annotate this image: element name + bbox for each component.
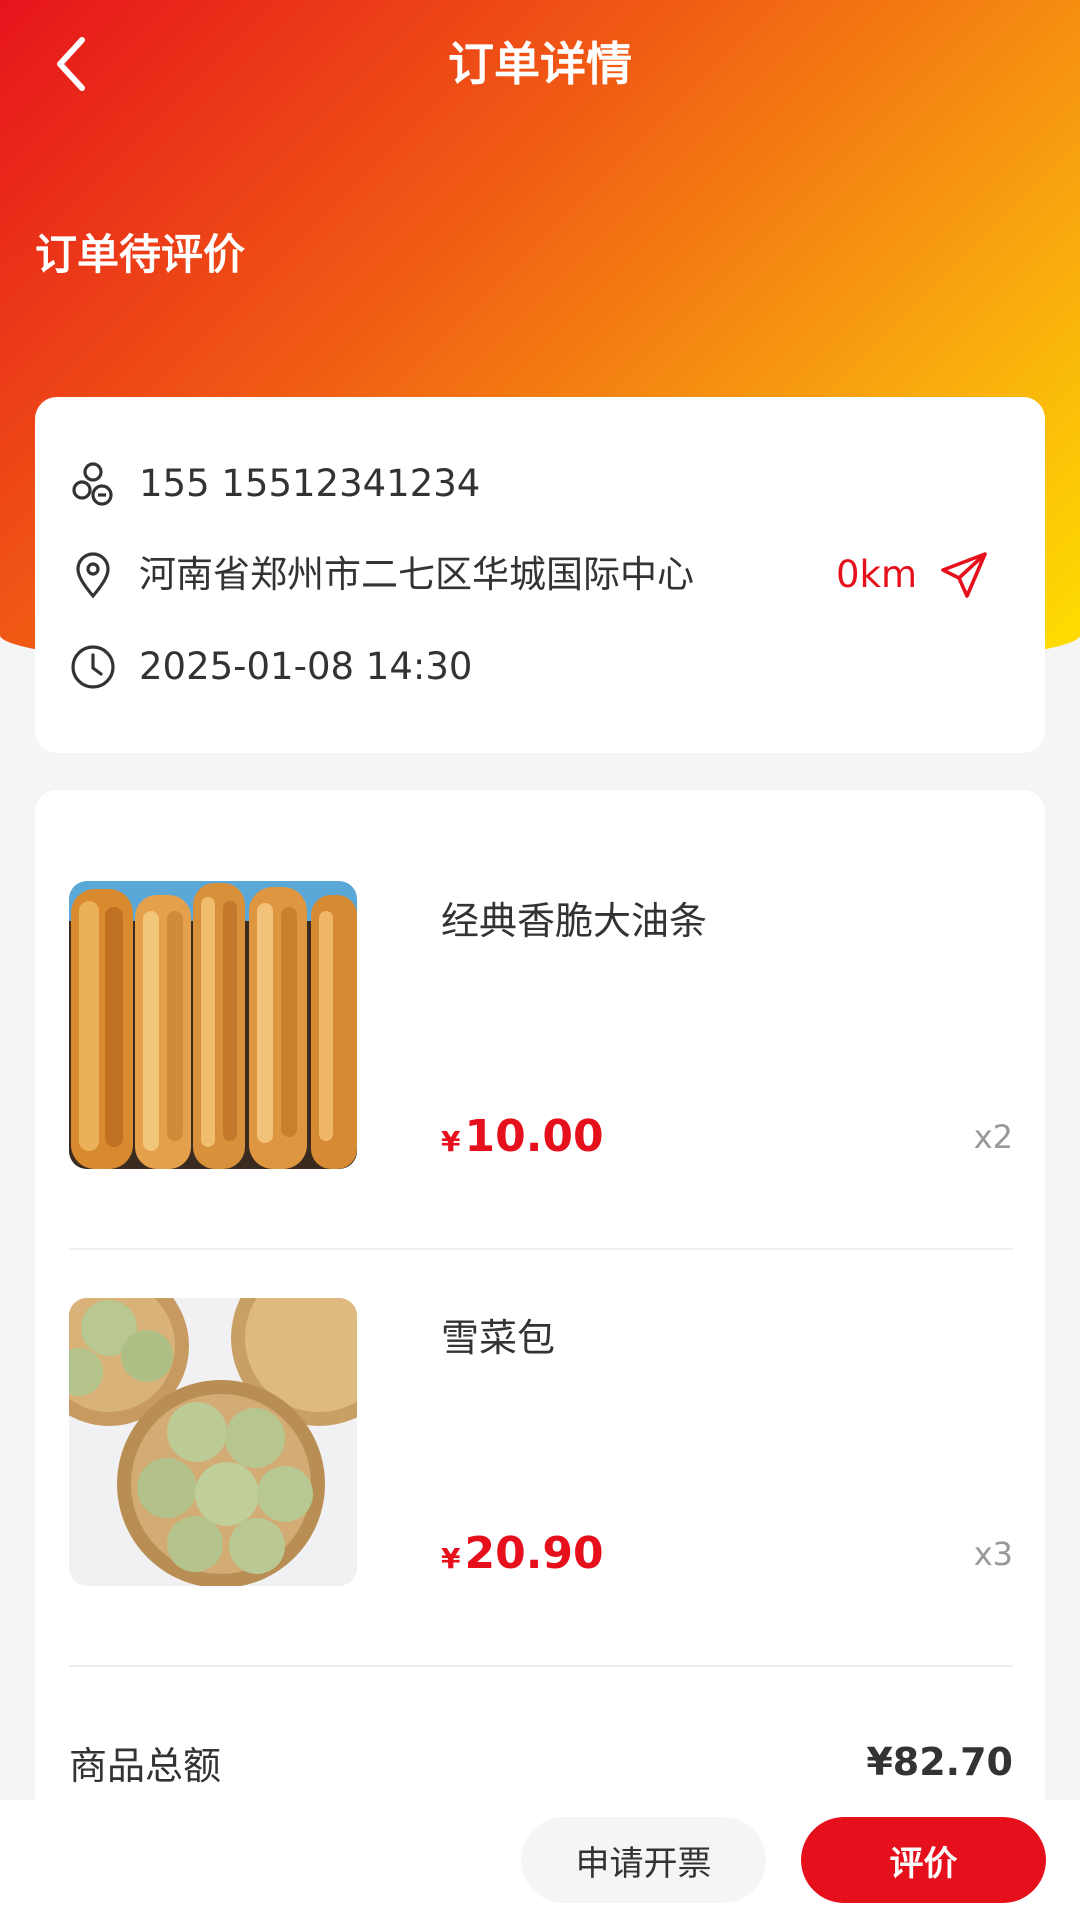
distance-value: 0km (835, 553, 917, 596)
apply-invoice-button[interactable]: 申请开票 (521, 1817, 766, 1903)
goods-quantity: x2 (973, 1118, 1013, 1156)
goods-price: ¥10.00 (441, 1107, 604, 1176)
currency-symbol: ¥ (441, 1125, 461, 1158)
price-amount: 10.00 (464, 1111, 604, 1162)
address-text: 河南省郑州市二七区华城国际中心 (139, 553, 694, 596)
price-amount: 20.90 (464, 1528, 604, 1579)
order-time: 2025-01-08 14:30 (139, 645, 473, 688)
goods-quantity: x3 (973, 1535, 1013, 1573)
review-button[interactable]: 评价 (801, 1817, 1046, 1903)
navigation-bar: 订单详情 (0, 0, 1080, 130)
phone-number: 155 15512341234 (139, 462, 481, 505)
goods-price: ¥20.90 (441, 1524, 604, 1593)
location-pin-icon (67, 549, 119, 601)
bottom-action-bar: 申请开票 评价 (0, 1800, 1080, 1920)
page-title: 订单详情 (448, 37, 632, 91)
total-label: 商品总额 (69, 1743, 222, 1788)
xuecaibao-image (69, 1298, 357, 1586)
order-status: 订单待评价 (35, 230, 246, 279)
goods-item[interactable]: 雪菜包 ¥20.90 x3 (69, 1298, 1013, 1588)
send-icon (941, 552, 987, 598)
goods-item[interactable]: 经典香脆大油条 ¥10.00 x2 (69, 881, 1013, 1171)
youtiao-image (69, 881, 357, 1169)
time-row: 2025-01-08 14:30 (67, 637, 1017, 697)
clock-icon (67, 641, 119, 693)
divider (69, 1248, 1013, 1250)
goods-total-row: 商品总额 ¥82.70 (69, 1722, 1013, 1802)
goods-name: 经典香脆大油条 (441, 899, 708, 943)
currency-symbol: ¥ (441, 1542, 461, 1575)
phone-row: 155 15512341234 (67, 454, 1017, 514)
distance-navigate[interactable]: 0km (836, 545, 989, 605)
address-row: 河南省郑州市二七区华城国际中心 0km (67, 545, 1017, 605)
contact-icon (67, 458, 119, 510)
divider (69, 1665, 1013, 1667)
goods-name: 雪菜包 (441, 1316, 556, 1360)
total-value: ¥82.70 (866, 1740, 1013, 1784)
order-info-card: 155 15512341234 河南省郑州市二七区华城国际中心 0km 2025… (35, 397, 1045, 753)
goods-card: 经典香脆大油条 ¥10.00 x2 雪菜包 ¥20.90 x3 商品总额 ¥82… (35, 790, 1045, 1900)
